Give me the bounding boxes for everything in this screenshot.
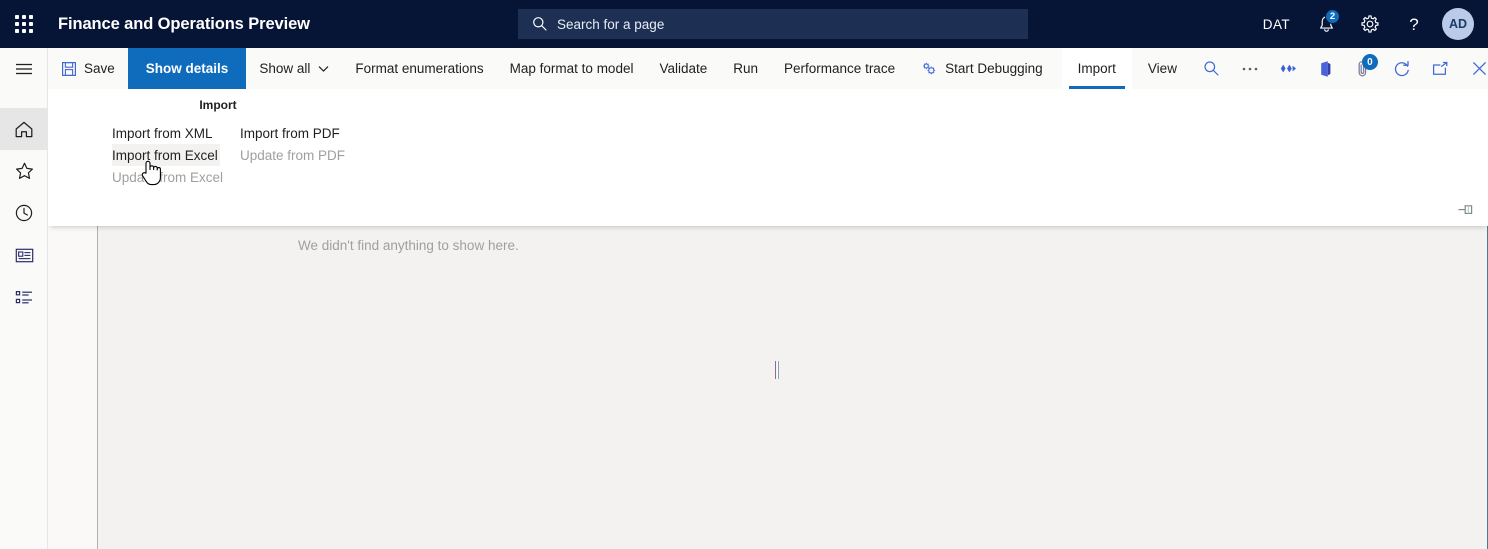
office-app-icon xyxy=(1321,60,1331,77)
menu-item-import-from-excel[interactable]: Import from Excel xyxy=(112,144,220,166)
content-left-column xyxy=(48,226,98,549)
pin-icon xyxy=(1458,205,1472,214)
import-dropdown-panel: Import Import from XML Import from Excel… xyxy=(48,89,1488,226)
menu-item-label: Update from PDF xyxy=(240,147,346,163)
menu-item-import-from-pdf[interactable]: Import from PDF xyxy=(240,122,360,144)
sidebar-item-modules[interactable] xyxy=(0,276,48,318)
gear-icon xyxy=(1361,15,1379,33)
help-button[interactable]: ? xyxy=(1392,0,1436,48)
panel-column-right: Import from PDF Update from PDF xyxy=(240,122,360,188)
overflow-menu-icon xyxy=(1242,67,1258,70)
show-all-dropdown[interactable]: Show all xyxy=(246,48,342,89)
toolbar-right-icons: 0 xyxy=(1193,48,1488,89)
office-app-button[interactable] xyxy=(1307,48,1345,89)
overflow-menu-button[interactable] xyxy=(1231,48,1269,89)
share-icon xyxy=(1280,64,1296,73)
tab-view[interactable]: View xyxy=(1132,48,1193,89)
performance-trace-button[interactable]: Performance trace xyxy=(771,48,908,89)
validate-label: Validate xyxy=(659,61,708,76)
search-input[interactable]: Search for a page xyxy=(518,9,1028,39)
menu-item-import-from-xml[interactable]: Import from XML xyxy=(112,122,220,144)
app-launcher-button[interactable] xyxy=(0,0,48,48)
popout-button[interactable] xyxy=(1421,48,1459,89)
workspace-icon xyxy=(15,248,33,262)
map-format-to-model-button[interactable]: Map format to model xyxy=(497,48,647,89)
action-toolbar: Save Show details Show all Format enumer… xyxy=(48,48,1488,89)
panel-column-left: Import from XML Import from Excel Update… xyxy=(112,122,224,188)
main-content-area: We didn't find anything to show here. xyxy=(48,226,1488,549)
search-placeholder-text: Search for a page xyxy=(557,16,665,32)
settings-button[interactable] xyxy=(1348,0,1392,48)
hamburger-icon xyxy=(16,63,32,75)
header-actions: DAT 2 ? AD xyxy=(1249,0,1488,48)
menu-item-label: Import from Excel xyxy=(112,147,218,163)
map-format-to-model-label: Map format to model xyxy=(509,61,634,76)
menu-item-label: Import from PDF xyxy=(240,125,340,141)
menu-item-label: Import from XML xyxy=(112,125,213,141)
top-header-bar: Finance and Operations Preview Search fo… xyxy=(0,0,1488,48)
question-mark-icon: ? xyxy=(1409,15,1418,34)
tab-view-label: View xyxy=(1147,61,1177,76)
start-debugging-button[interactable]: Start Debugging xyxy=(908,48,1056,89)
filter-search-button[interactable] xyxy=(1193,48,1231,89)
panel-columns: Import from XML Import from Excel Update… xyxy=(48,122,360,188)
tab-import-label: Import xyxy=(1077,61,1116,76)
share-button[interactable] xyxy=(1269,48,1307,89)
search-icon xyxy=(533,17,547,31)
panel-group-title: Import xyxy=(199,98,237,112)
format-enumerations-label: Format enumerations xyxy=(355,61,484,76)
start-debugging-label: Start Debugging xyxy=(945,61,1043,76)
show-details-button[interactable]: Show details xyxy=(127,48,247,89)
menu-item-update-from-excel: Update from Excel xyxy=(112,166,224,188)
sidebar-item-recent[interactable] xyxy=(0,192,48,234)
save-button[interactable]: Save xyxy=(48,48,128,89)
performance-trace-label: Performance trace xyxy=(784,61,896,76)
tab-import[interactable]: Import xyxy=(1061,48,1132,89)
avatar[interactable]: AD xyxy=(1442,8,1474,40)
sidebar-item-home[interactable] xyxy=(0,108,48,150)
clock-icon xyxy=(15,204,33,222)
save-label: Save xyxy=(84,61,115,76)
filter-search-icon xyxy=(1204,61,1220,76)
close-icon xyxy=(1473,61,1487,76)
refresh-icon xyxy=(1394,60,1409,76)
save-icon xyxy=(61,61,77,77)
page-title: Finance and Operations Preview xyxy=(58,14,310,33)
notification-count-badge: 2 xyxy=(1325,9,1340,24)
validate-button[interactable]: Validate xyxy=(646,48,720,89)
left-nav-rail xyxy=(0,48,48,549)
show-details-label: Show details xyxy=(145,61,229,76)
splitter-handle[interactable] xyxy=(775,361,780,379)
company-selector[interactable]: DAT xyxy=(1249,17,1304,32)
attachment-count-badge: 0 xyxy=(1361,54,1378,70)
popout-icon xyxy=(1432,61,1448,75)
run-label: Run xyxy=(733,61,759,76)
sidebar-item-favorites[interactable] xyxy=(0,150,48,192)
menu-item-label: Update from Excel xyxy=(112,169,224,185)
notifications-button[interactable]: 2 xyxy=(1304,0,1348,48)
star-icon xyxy=(15,162,33,179)
pin-panel-button[interactable] xyxy=(1456,201,1474,219)
menu-item-update-from-pdf: Update from PDF xyxy=(240,144,360,166)
format-enumerations-button[interactable]: Format enumerations xyxy=(342,48,496,89)
run-button[interactable]: Run xyxy=(720,48,771,89)
home-icon xyxy=(15,121,33,137)
refresh-button[interactable] xyxy=(1383,48,1421,89)
close-button[interactable] xyxy=(1459,48,1488,89)
attachments-button[interactable]: 0 xyxy=(1345,48,1383,89)
sidebar-item-hamburger-menu[interactable] xyxy=(0,48,48,90)
waffle-icon xyxy=(15,15,33,33)
sidebar-item-workspaces[interactable] xyxy=(0,234,48,276)
show-all-label: Show all xyxy=(259,61,311,76)
svg-text:?: ? xyxy=(1409,15,1418,34)
empty-state-message: We didn't find anything to show here. xyxy=(298,238,519,253)
chevron-down-icon xyxy=(318,65,329,73)
debug-gears-icon xyxy=(921,61,938,77)
list-icon xyxy=(15,290,32,303)
